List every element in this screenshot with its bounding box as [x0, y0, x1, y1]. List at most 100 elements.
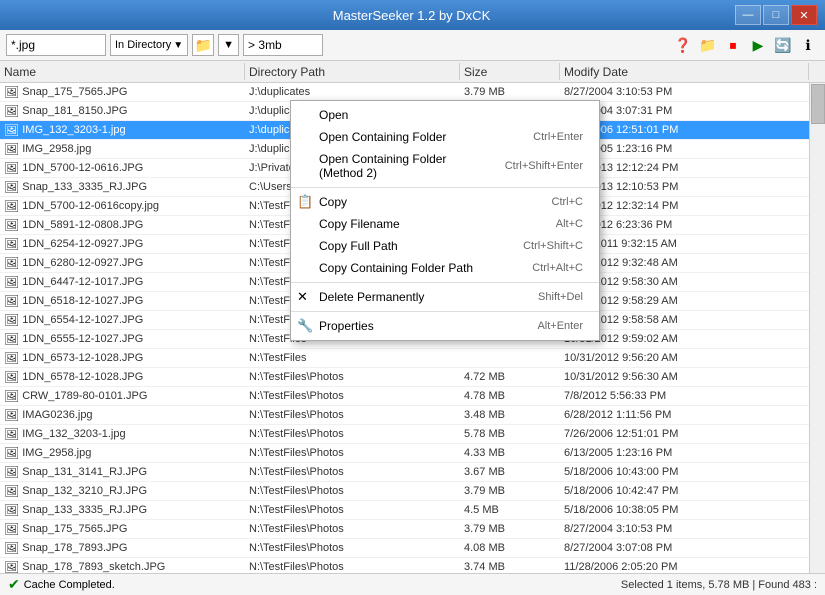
- ctx-item-shortcut: Ctrl+Shift+C: [523, 240, 583, 252]
- table-row[interactable]: 🖼 Snap_132_3210_RJ.JPG N:\TestFiles\Phot…: [0, 482, 825, 501]
- cell-filename: 🖼 IMG_2958.jpg: [0, 142, 245, 156]
- refresh-button[interactable]: 🔄: [772, 34, 794, 56]
- ctx-item-icon: ✕: [297, 289, 308, 305]
- filename-text: IMAG0236.jpg: [22, 409, 92, 421]
- col-header-date[interactable]: Modify Date: [560, 63, 809, 80]
- toolbar-icons: ❓ 📁 ⏹ ▶ 🔄 ℹ: [672, 34, 819, 56]
- context-menu: Open Open Containing Folder Ctrl+Enter O…: [290, 100, 600, 341]
- browse-folder-button[interactable]: 📁: [192, 34, 214, 56]
- table-row[interactable]: 🖼 Snap_178_7893_sketch.JPG N:\TestFiles\…: [0, 558, 825, 573]
- status-bar: ✔ Cache Completed. Selected 1 items, 5.7…: [0, 573, 825, 595]
- folder-nav-dropdown[interactable]: ▼: [218, 34, 239, 56]
- ctx-item-label: Properties: [319, 319, 374, 333]
- context-menu-item[interactable]: Open Containing Folder Ctrl+Enter: [291, 126, 599, 148]
- file-icon: 🖼: [4, 256, 19, 270]
- cell-size: 3.79 MB: [460, 485, 560, 497]
- maximize-button[interactable]: □: [763, 5, 789, 25]
- go-button[interactable]: ▶: [747, 34, 769, 56]
- context-menu-item[interactable]: 🔧 Properties Alt+Enter: [291, 315, 599, 337]
- table-row[interactable]: 🖼 IMG_2958.jpg N:\TestFiles\Photos 4.33 …: [0, 444, 825, 463]
- app-title: MasterSeeker 1.2 by DxCK: [88, 8, 735, 23]
- cell-date: 8/27/2004 3:07:08 PM: [560, 542, 825, 554]
- stop-button[interactable]: ⏹: [722, 34, 744, 56]
- ctx-item-shortcut: Ctrl+C: [552, 196, 583, 208]
- filename-text: Snap_133_3335_RJ.JPG: [22, 181, 147, 193]
- ctx-item-label: Open Containing Folder: [319, 130, 446, 144]
- file-icon: 🖼: [4, 351, 19, 365]
- cell-dir: J:\duplicates: [245, 86, 460, 98]
- context-menu-item[interactable]: 📋 Copy Ctrl+C: [291, 191, 599, 213]
- cell-date: 5/18/2006 10:38:05 PM: [560, 504, 825, 516]
- filename-text: Snap_131_3141_RJ.JPG: [22, 466, 147, 478]
- ctx-item-shortcut: Ctrl+Shift+Enter: [505, 160, 583, 172]
- context-menu-item[interactable]: Copy Full Path Ctrl+Shift+C: [291, 235, 599, 257]
- cell-filename: 🖼 1DN_6447-12-1017.JPG: [0, 275, 245, 289]
- cell-filename: 🖼 IMG_132_3203-1.jpg: [0, 427, 245, 441]
- info-button[interactable]: ℹ: [797, 34, 819, 56]
- col-header-name[interactable]: Name: [0, 63, 245, 80]
- table-row[interactable]: 🖼 Snap_131_3141_RJ.JPG N:\TestFiles\Phot…: [0, 463, 825, 482]
- file-icon: 🖼: [4, 85, 19, 99]
- scrollbar[interactable]: [809, 83, 825, 573]
- filename-text: Snap_133_3335_RJ.JPG: [22, 504, 147, 516]
- cell-size: 4.08 MB: [460, 542, 560, 554]
- folder-button[interactable]: 📁: [697, 34, 719, 56]
- ctx-item-label: Open: [319, 108, 348, 122]
- minimize-button[interactable]: —: [735, 5, 761, 25]
- status-check-icon: ✔: [8, 576, 20, 593]
- context-menu-item[interactable]: ✕ Delete Permanently Shift+Del: [291, 286, 599, 308]
- cell-size: 3.48 MB: [460, 409, 560, 421]
- file-icon: 🖼: [4, 218, 19, 232]
- file-icon: 🖼: [4, 275, 19, 289]
- file-icon: 🖼: [4, 408, 19, 422]
- ctx-item-shortcut: Alt+Enter: [537, 320, 583, 332]
- scrollbar-thumb[interactable]: [811, 84, 825, 124]
- filename-text: Snap_178_7893_sketch.JPG: [22, 561, 165, 573]
- search-input[interactable]: [6, 34, 106, 56]
- table-row[interactable]: 🖼 Snap_175_7565.JPG N:\TestFiles\Photos …: [0, 520, 825, 539]
- file-icon: 🖼: [4, 370, 19, 384]
- directory-dropdown[interactable]: In Directory ▼: [110, 34, 188, 56]
- table-row[interactable]: 🖼 Snap_178_7893.JPG N:\TestFiles\Photos …: [0, 539, 825, 558]
- table-row[interactable]: 🖼 1DN_6578-12-1028.JPG N:\TestFiles\Phot…: [0, 368, 825, 387]
- cell-dir: N:\TestFiles\Photos: [245, 523, 460, 535]
- close-button[interactable]: ✕: [791, 5, 817, 25]
- table-row[interactable]: 🖼 Snap_133_3335_RJ.JPG N:\TestFiles\Phot…: [0, 501, 825, 520]
- table-row[interactable]: 🖼 IMAG0236.jpg N:\TestFiles\Photos 3.48 …: [0, 406, 825, 425]
- filename-text: Snap_175_7565.JPG: [22, 523, 127, 535]
- cell-filename: 🖼 1DN_6554-12-1027.JPG: [0, 313, 245, 327]
- context-menu-item[interactable]: Copy Filename Alt+C: [291, 213, 599, 235]
- directory-label: In Directory: [115, 39, 171, 51]
- cell-size: 3.79 MB: [460, 86, 560, 98]
- table-row[interactable]: 🖼 1DN_6573-12-1028.JPG N:\TestFiles 10/3…: [0, 349, 825, 368]
- filename-text: Snap_175_7565.JPG: [22, 86, 127, 98]
- cell-size: 5.78 MB: [460, 428, 560, 440]
- ctx-item-shortcut: Ctrl+Alt+C: [532, 262, 583, 274]
- cell-filename: 🖼 1DN_5700-12-0616copy.jpg: [0, 199, 245, 213]
- filename-text: 1DN_5700-12-0616.JPG: [22, 162, 143, 174]
- col-header-size[interactable]: Size: [460, 63, 560, 80]
- cell-filename: 🖼 Snap_133_3335_RJ.JPG: [0, 180, 245, 194]
- table-row[interactable]: 🖼 CRW_1789-80-0101.JPG N:\TestFiles\Phot…: [0, 387, 825, 406]
- context-menu-item[interactable]: Copy Containing Folder Path Ctrl+Alt+C: [291, 257, 599, 279]
- filename-text: 1DN_5700-12-0616copy.jpg: [22, 200, 159, 212]
- cell-filename: 🖼 Snap_131_3141_RJ.JPG: [0, 465, 245, 479]
- filename-text: Snap_181_8150.JPG: [22, 105, 127, 117]
- context-menu-item[interactable]: Open Containing Folder (Method 2) Ctrl+S…: [291, 148, 599, 184]
- column-headers: Name Directory Path Size Modify Date: [0, 61, 825, 83]
- col-header-dir[interactable]: Directory Path: [245, 63, 460, 80]
- window-controls[interactable]: — □ ✕: [735, 5, 817, 25]
- help-button[interactable]: ❓: [672, 34, 694, 56]
- file-icon: 🖼: [4, 180, 19, 194]
- size-filter-input[interactable]: [243, 34, 323, 56]
- file-icon: 🖼: [4, 123, 19, 137]
- cell-filename: 🖼 IMG_2958.jpg: [0, 446, 245, 460]
- context-menu-separator: [291, 187, 599, 188]
- cell-filename: 🖼 1DN_6518-12-1027.JPG: [0, 294, 245, 308]
- cell-dir: N:\TestFiles\Photos: [245, 485, 460, 497]
- context-menu-item[interactable]: Open: [291, 104, 599, 126]
- ctx-item-shortcut: Alt+C: [556, 218, 583, 230]
- cell-filename: 🖼 1DN_6280-12-0927.JPG: [0, 256, 245, 270]
- folder-nav-arrow: ▼: [223, 39, 234, 51]
- table-row[interactable]: 🖼 IMG_132_3203-1.jpg N:\TestFiles\Photos…: [0, 425, 825, 444]
